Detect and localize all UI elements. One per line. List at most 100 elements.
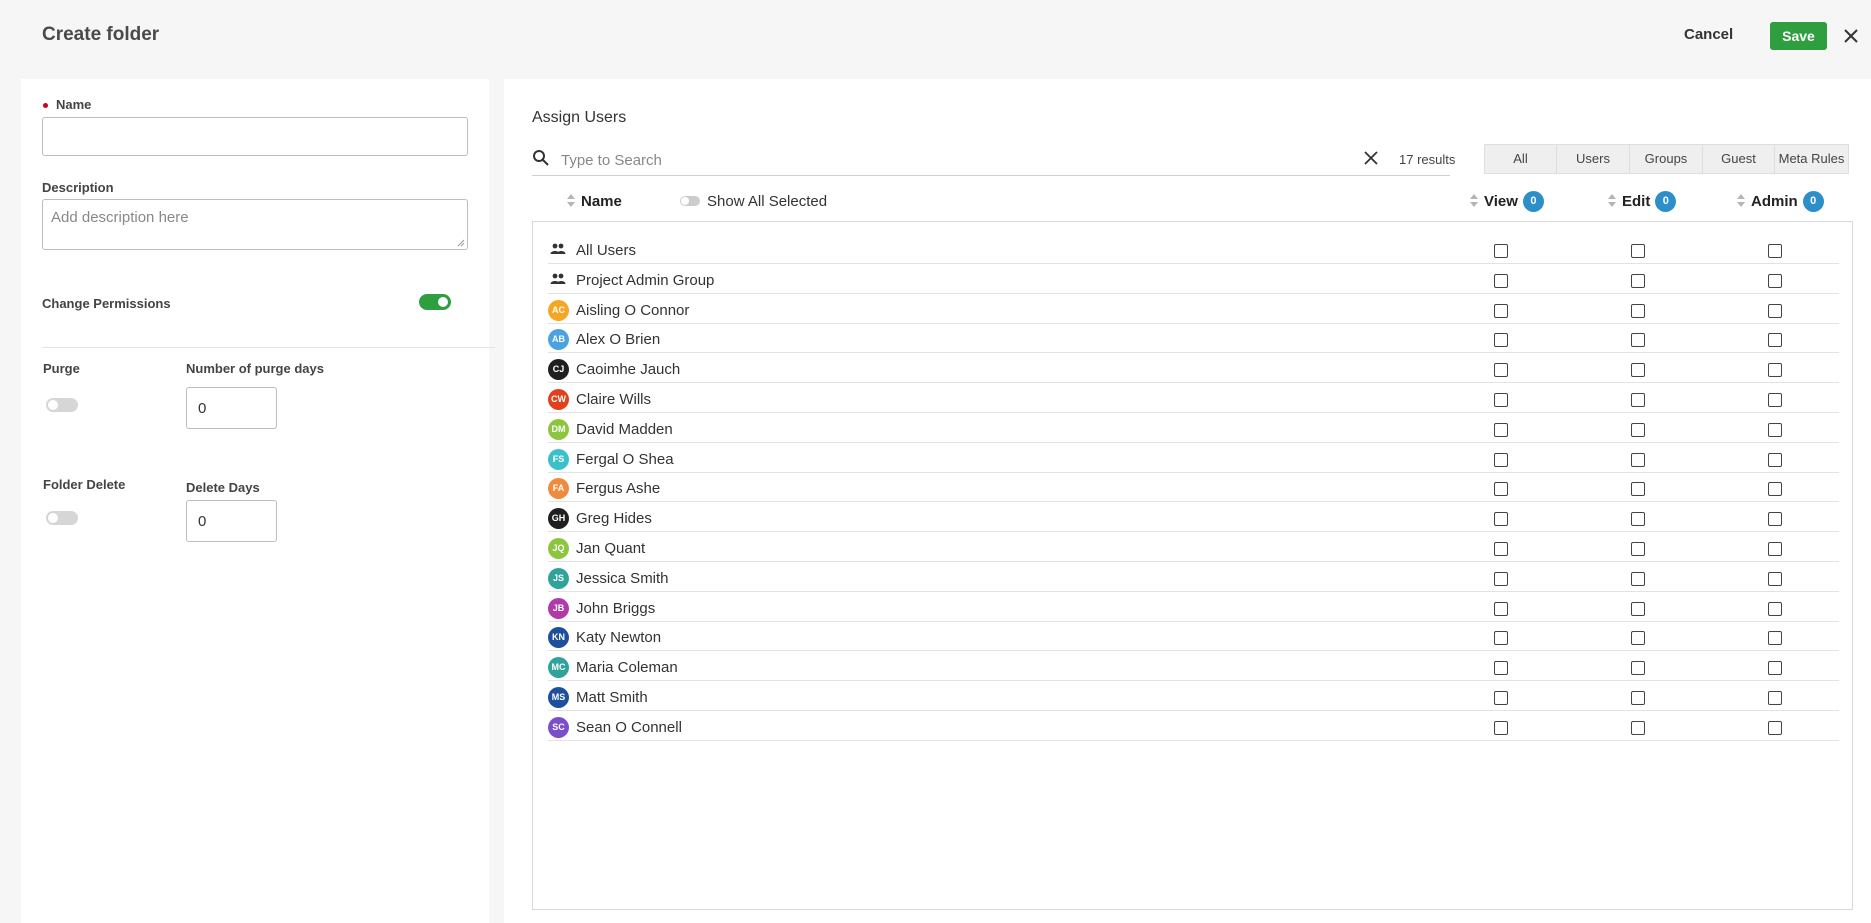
table-row: FS Fergal O Shea	[548, 443, 1839, 473]
name-field[interactable]	[42, 117, 468, 156]
avatar: JQ	[548, 538, 569, 559]
row-name: Claire Wills	[576, 391, 651, 408]
admin-checkbox[interactable]	[1768, 273, 1782, 288]
view-checkbox[interactable]	[1494, 452, 1508, 467]
admin-checkbox[interactable]	[1768, 720, 1782, 735]
edit-checkbox[interactable]	[1631, 482, 1645, 497]
edit-checkbox[interactable]	[1631, 244, 1645, 258]
delete-days-input[interactable]: 0	[186, 500, 277, 542]
admin-checkbox[interactable]	[1768, 393, 1782, 407]
row-name: John Briggs	[576, 599, 656, 617]
admin-checkbox[interactable]	[1768, 363, 1782, 378]
row-name: Maria Coleman	[576, 659, 678, 677]
edit-checkbox[interactable]	[1631, 601, 1645, 616]
edit-column-header[interactable]: Edit 0	[1608, 190, 1677, 212]
clear-search-icon[interactable]	[1363, 150, 1379, 166]
show-all-selected-toggle[interactable]	[680, 196, 700, 206]
divider	[42, 347, 495, 348]
edit-checkbox[interactable]	[1631, 571, 1645, 586]
close-icon[interactable]	[1841, 26, 1861, 46]
view-checkbox[interactable]	[1494, 244, 1508, 258]
view-checkbox[interactable]	[1494, 422, 1508, 437]
search-input[interactable]: Type to Search	[561, 152, 662, 169]
table-row: KN Katy Newton	[548, 621, 1839, 652]
purge-toggle[interactable]	[46, 398, 78, 412]
admin-checkbox[interactable]	[1768, 571, 1782, 586]
admin-checkbox[interactable]	[1768, 244, 1782, 258]
admin-checkbox[interactable]	[1768, 482, 1782, 497]
edit-checkbox[interactable]	[1631, 691, 1645, 705]
show-all-selected[interactable]: Show All Selected	[680, 191, 827, 211]
filter-groups[interactable]: Groups	[1629, 144, 1703, 174]
edit-checkbox[interactable]	[1631, 333, 1645, 348]
admin-checkbox[interactable]	[1768, 661, 1782, 676]
assign-users-title: Assign Users	[532, 109, 627, 126]
edit-checkbox[interactable]	[1631, 631, 1645, 646]
view-checkbox[interactable]	[1494, 333, 1508, 348]
search-bar[interactable]: Type to Search	[532, 145, 1450, 176]
edit-checkbox[interactable]	[1631, 393, 1645, 407]
sort-icon[interactable]	[1737, 194, 1745, 208]
purge-days-input[interactable]: 0	[186, 387, 277, 429]
folder-delete-toggle[interactable]	[46, 511, 78, 525]
edit-checkbox[interactable]	[1631, 273, 1645, 288]
table-row: JQ Jan Quant	[548, 532, 1839, 562]
admin-checkbox[interactable]	[1768, 333, 1782, 348]
view-checkbox[interactable]	[1494, 482, 1508, 497]
avatar: AB	[548, 329, 569, 351]
view-header-label: View	[1484, 192, 1518, 210]
admin-checkbox[interactable]	[1768, 452, 1782, 467]
admin-checkbox[interactable]	[1768, 303, 1782, 318]
edit-count-badge: 0	[1655, 190, 1677, 212]
save-button[interactable]: Save	[1770, 22, 1827, 50]
edit-checkbox[interactable]	[1631, 363, 1645, 378]
admin-checkbox[interactable]	[1768, 691, 1782, 705]
filter-all[interactable]: All	[1484, 144, 1557, 174]
avatar: JS	[548, 567, 569, 589]
admin-checkbox[interactable]	[1768, 542, 1782, 556]
admin-column-header[interactable]: Admin 0	[1737, 190, 1824, 212]
view-checkbox[interactable]	[1494, 542, 1508, 556]
resize-handle-icon[interactable]	[457, 239, 465, 247]
view-checkbox[interactable]	[1494, 661, 1508, 676]
view-checkbox[interactable]	[1494, 631, 1508, 646]
view-checkbox[interactable]	[1494, 273, 1508, 288]
view-checkbox[interactable]	[1494, 363, 1508, 378]
view-checkbox[interactable]	[1494, 512, 1508, 527]
description-field[interactable]: Add description here	[42, 199, 468, 250]
admin-checkbox[interactable]	[1768, 631, 1782, 646]
row-name: All Users	[576, 242, 637, 259]
header: Create folder Cancel Save	[0, 0, 1871, 72]
edit-checkbox[interactable]	[1631, 452, 1645, 467]
sort-icon[interactable]	[567, 194, 575, 208]
edit-checkbox[interactable]	[1631, 542, 1645, 556]
page-title: Create folder	[42, 24, 160, 45]
view-checkbox[interactable]	[1494, 720, 1508, 735]
view-checkbox[interactable]	[1494, 393, 1508, 407]
row-name: David Madden	[576, 420, 673, 438]
avatar: AC	[548, 299, 569, 321]
edit-checkbox[interactable]	[1631, 303, 1645, 318]
view-checkbox[interactable]	[1494, 601, 1508, 616]
edit-checkbox[interactable]	[1631, 512, 1645, 527]
view-column-header[interactable]: View 0	[1470, 190, 1544, 212]
edit-checkbox[interactable]	[1631, 720, 1645, 735]
admin-checkbox[interactable]	[1768, 601, 1782, 616]
filter-users[interactable]: Users	[1556, 144, 1630, 174]
cancel-button[interactable]: Cancel	[1684, 26, 1733, 43]
row-name: Sean O Connell	[576, 718, 682, 736]
admin-checkbox[interactable]	[1768, 512, 1782, 527]
view-checkbox[interactable]	[1494, 691, 1508, 705]
name-column-header[interactable]: Name	[567, 191, 622, 211]
change-permissions-toggle[interactable]	[419, 294, 451, 310]
view-checkbox[interactable]	[1494, 571, 1508, 586]
edit-header-label: Edit	[1622, 192, 1651, 210]
edit-checkbox[interactable]	[1631, 661, 1645, 676]
admin-checkbox[interactable]	[1768, 422, 1782, 437]
filter-meta-rules[interactable]: Meta Rules	[1774, 144, 1849, 174]
sort-icon[interactable]	[1608, 194, 1616, 208]
edit-checkbox[interactable]	[1631, 422, 1645, 437]
sort-icon[interactable]	[1470, 194, 1478, 208]
view-checkbox[interactable]	[1494, 303, 1508, 318]
filter-guest[interactable]: Guest	[1702, 144, 1775, 174]
